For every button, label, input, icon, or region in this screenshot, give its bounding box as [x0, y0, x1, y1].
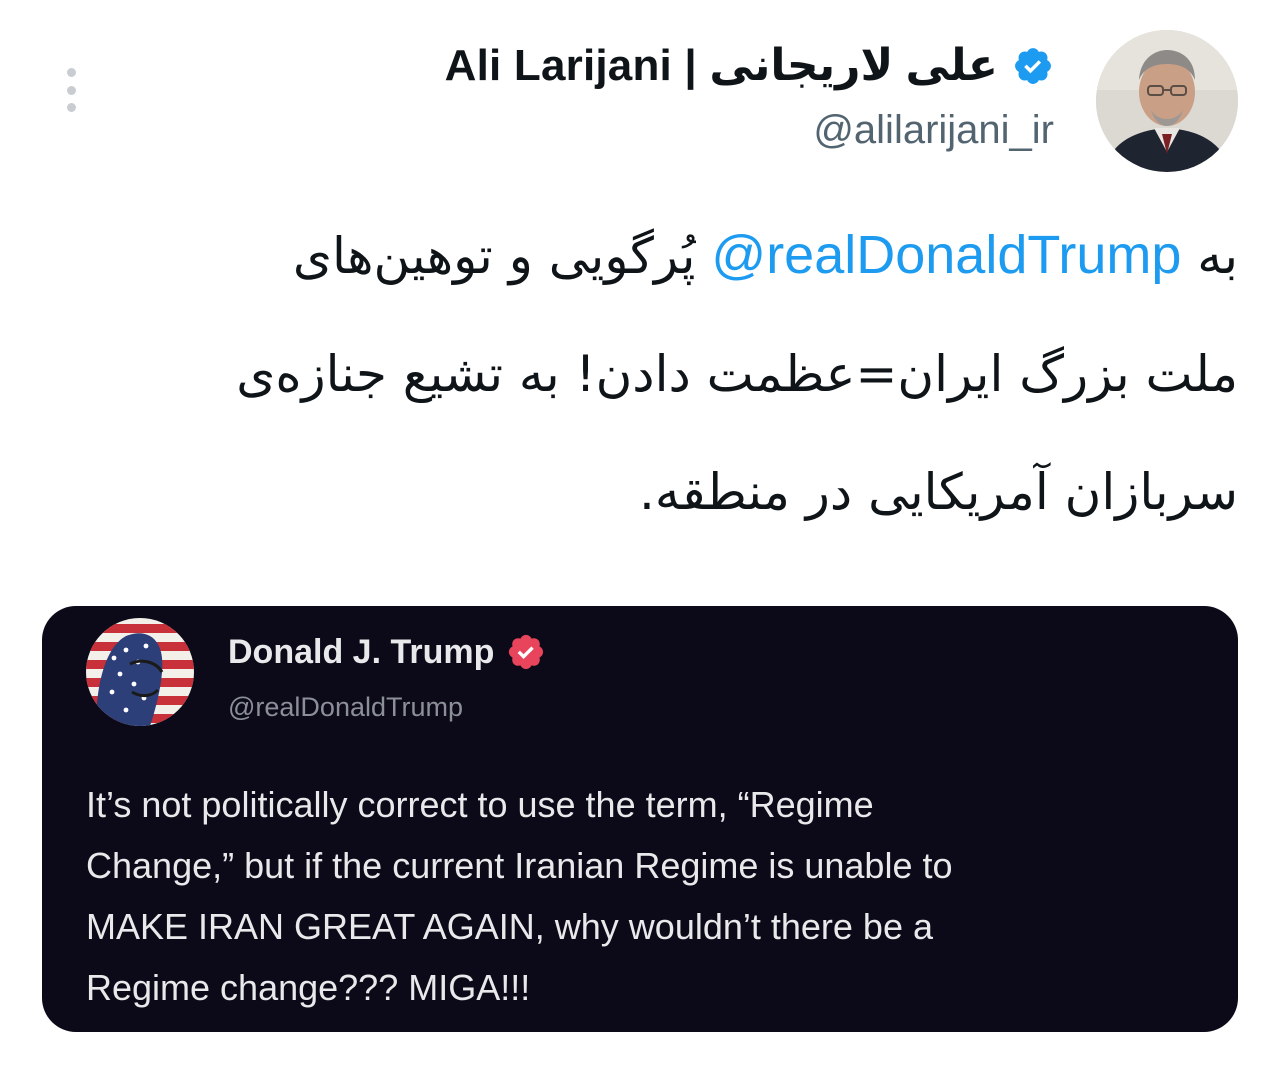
quoted-author-avatar[interactable] — [86, 618, 194, 726]
author-display-name[interactable]: Ali Larijani | علی لاریجانی — [445, 40, 998, 91]
quoted-post-text: It’s not politically correct to use the … — [86, 774, 1196, 1018]
quoted-post-line: Regime change??? MIGA!!! — [86, 967, 531, 1008]
tweet-line: ملت بزرگ ایران=عظمت دادن! به تشیع جنازه‌… — [236, 345, 1238, 403]
quoted-author-display-name[interactable]: Donald J. Trump — [228, 633, 494, 672]
author-avatar[interactable] — [1096, 30, 1238, 172]
quoted-author-handle[interactable]: @realDonaldTrump — [228, 692, 463, 723]
more-options-icon-dot — [66, 85, 76, 95]
author-handle[interactable]: @alilarijani_ir — [813, 108, 1054, 153]
tweet-text-segment: پُرگویی و توهین‌های — [292, 227, 712, 285]
flag-portrait-icon — [86, 618, 194, 726]
more-options-icon-dot — [66, 103, 76, 112]
author-name-row[interactable]: Ali Larijani | علی لاریجانی — [445, 40, 1054, 91]
quoted-post-card[interactable]: Donald J. Trump @realDonaldTrump It’s no… — [42, 606, 1238, 1032]
verified-badge-icon — [1015, 47, 1051, 84]
more-options-icon-dot — [66, 68, 76, 77]
mention-link[interactable]: @realDonaldTrump — [711, 225, 1181, 285]
more-options-button[interactable] — [64, 68, 78, 112]
tweet-text-segment: به — [1181, 227, 1238, 285]
avatar-portrait-icon — [1096, 30, 1238, 172]
quoted-author-name-row[interactable]: Donald J. Trump — [228, 632, 546, 672]
quoted-post-line: It’s not politically correct to use the … — [86, 784, 874, 825]
quoted-post-line: MAKE IRAN GREAT AGAIN, why wouldn’t ther… — [86, 906, 934, 947]
verified-badge-icon — [509, 634, 544, 670]
tweet-line: سربازان آمریکایی در منطقه. — [639, 463, 1238, 521]
tweet-text: به @realDonaldTrump پُرگویی و توهین‌های … — [108, 196, 1238, 551]
tweet-line: به @realDonaldTrump پُرگویی و توهین‌های — [108, 196, 1238, 315]
quoted-post-line: Change,” but if the current Iranian Regi… — [86, 845, 953, 886]
